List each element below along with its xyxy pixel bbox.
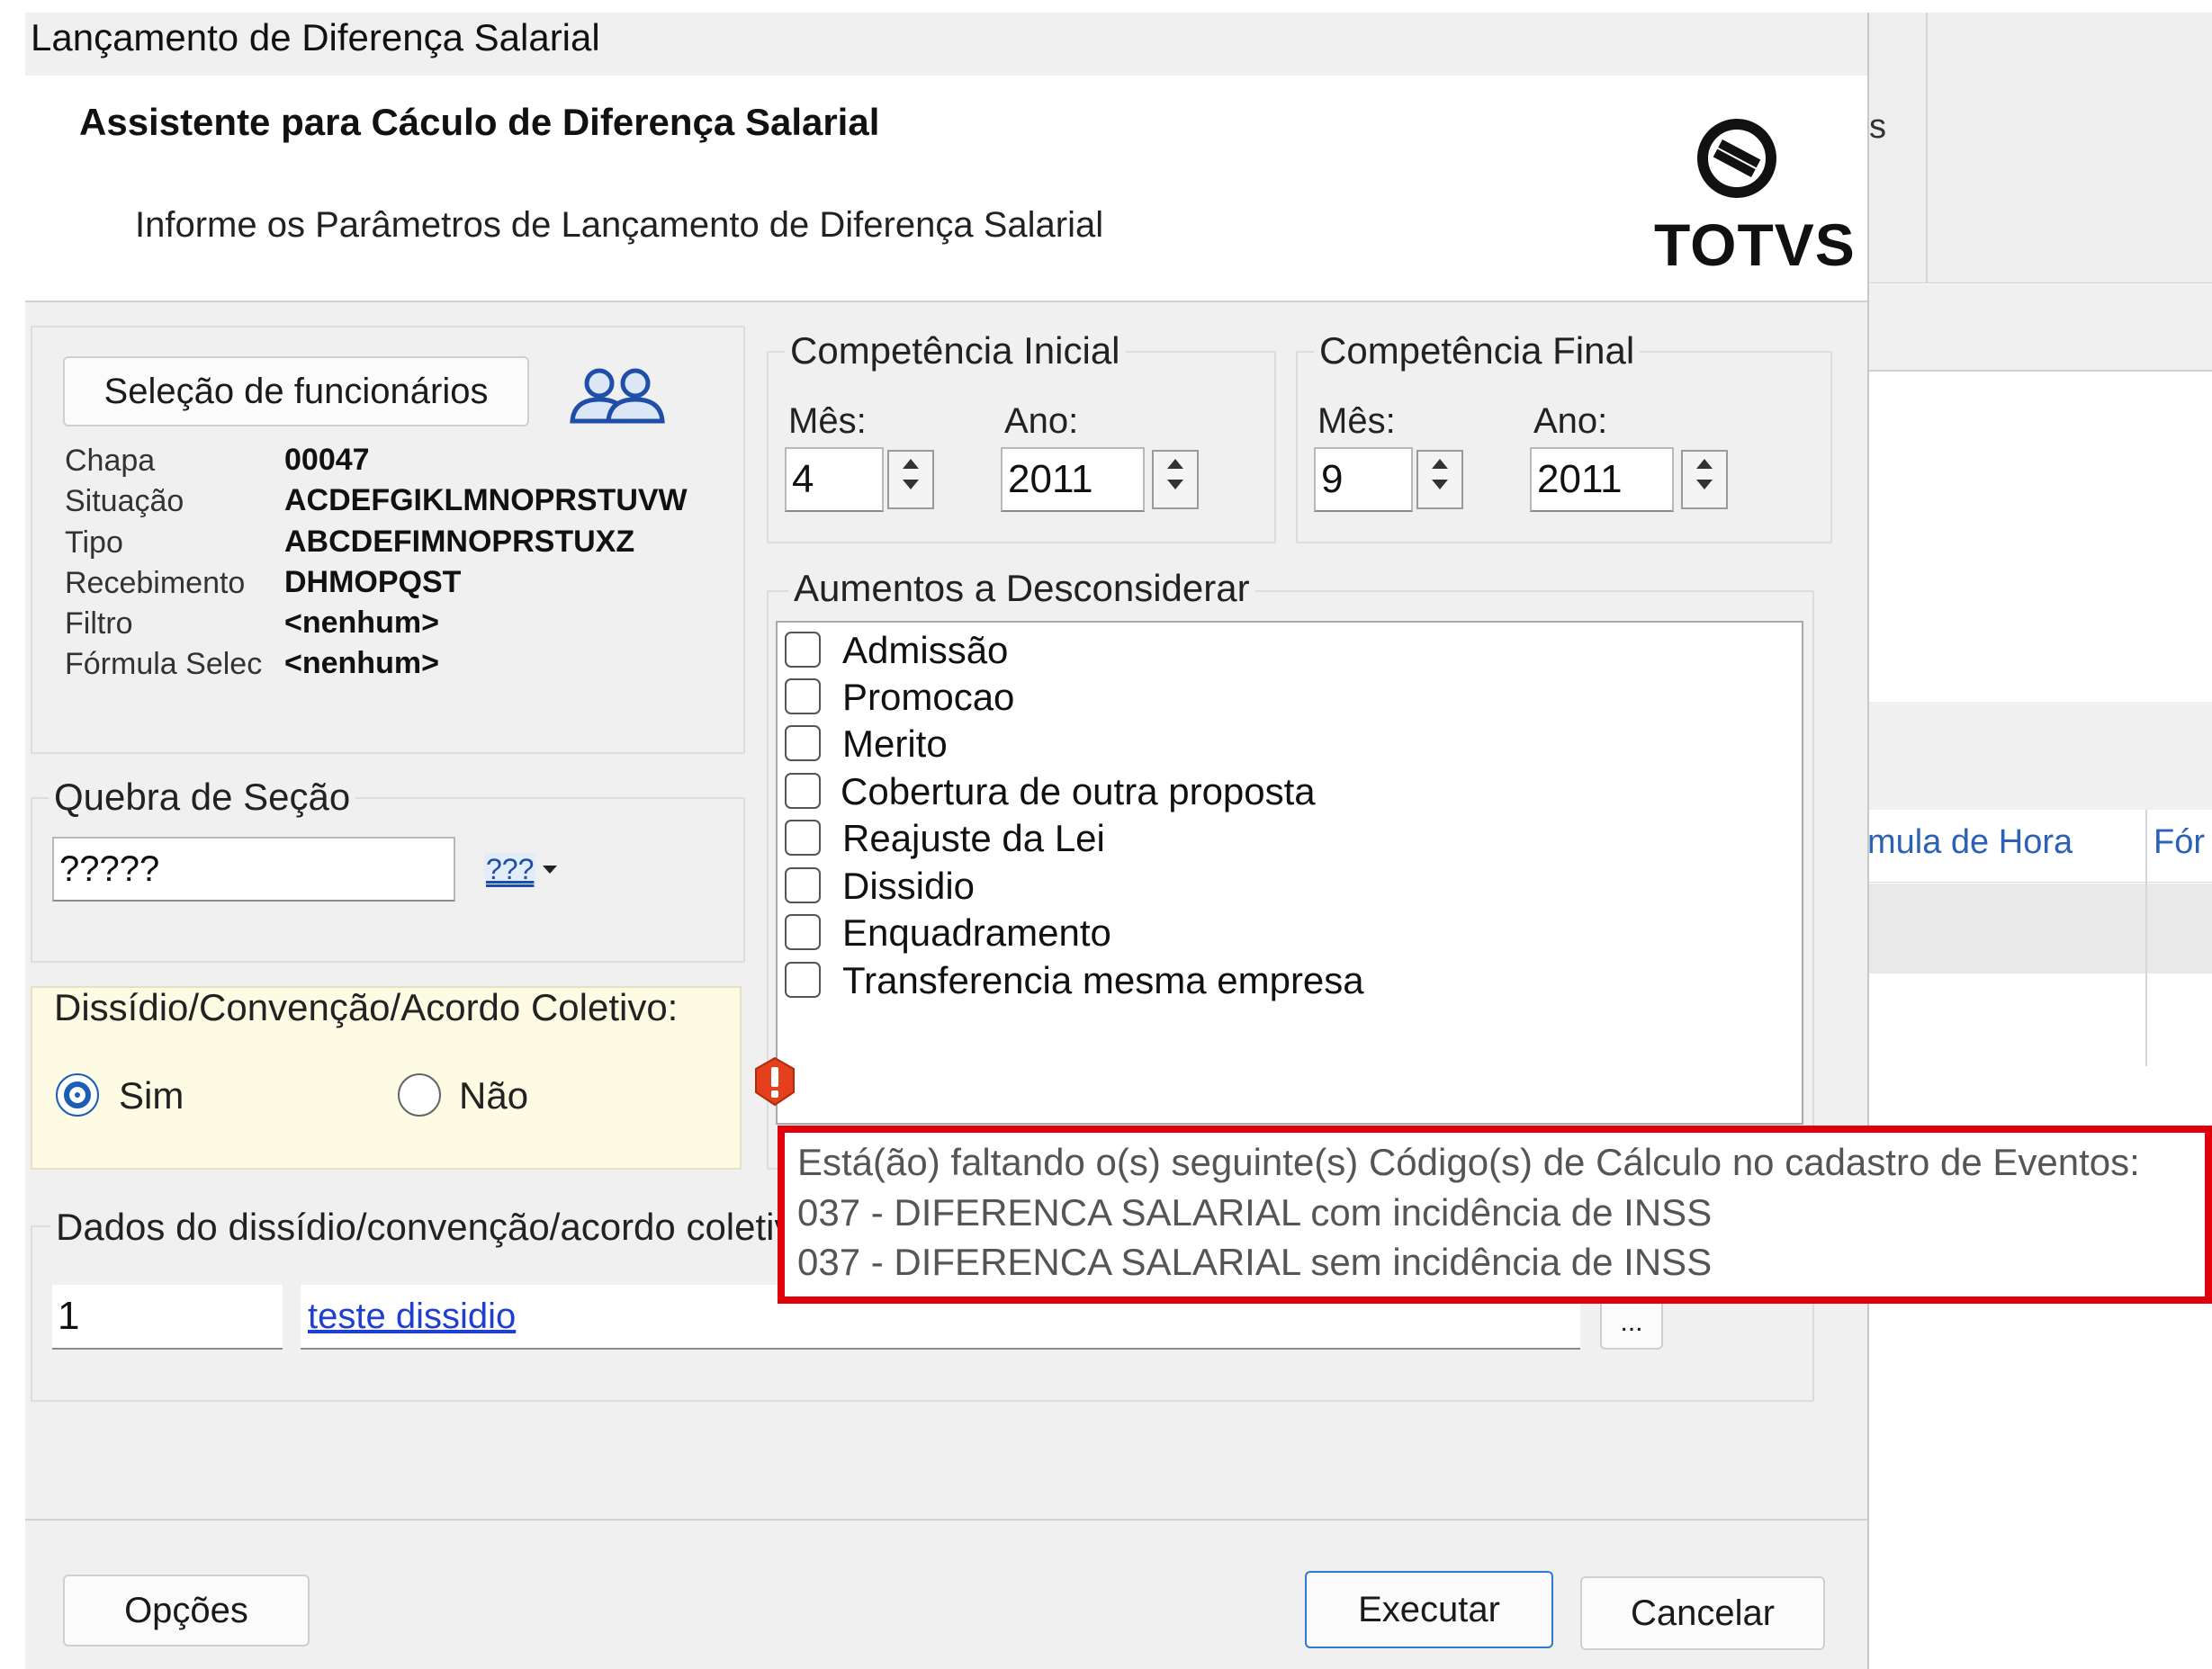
quebra-legend: Quebra de Seção: [49, 776, 356, 819]
arrow-up-icon[interactable]: [1167, 459, 1183, 469]
options-button[interactable]: Opções: [63, 1575, 310, 1647]
checkbox-cobertura[interactable]: [785, 773, 821, 809]
dissidio-legend: Dissídio/Convenção/Acordo Coletivo:: [54, 986, 679, 1028]
cancel-button[interactable]: Cancelar: [1580, 1576, 1825, 1650]
ci-ano-label: Ano:: [1004, 401, 1079, 441]
dados-legend: Dados do dissídio/convenção/acordo colet…: [50, 1206, 781, 1249]
background-grid-row[interactable]: [1867, 884, 2212, 974]
background-column-header[interactable]: Fór: [2154, 823, 2205, 862]
arrow-up-icon[interactable]: [1432, 459, 1448, 469]
checkbox-transferencia[interactable]: [785, 962, 821, 998]
field-value-filtro: <nenhum>: [284, 606, 439, 640]
arrow-down-icon[interactable]: [1432, 480, 1448, 489]
field-label-recebimento: Recebimento: [65, 566, 246, 600]
background-toolbar-separator: [1926, 13, 1928, 283]
field-value-situacao: ACDEFGIKLMNOPRSTUVW: [284, 483, 688, 517]
dados-browse-button[interactable]: ...: [1600, 1296, 1663, 1350]
radio-sim-label[interactable]: Sim: [119, 1074, 184, 1117]
radio-nao[interactable]: [398, 1073, 441, 1117]
background-toolbar: [1867, 13, 2212, 283]
ci-mes-spinner[interactable]: [887, 450, 934, 509]
checkbox-label[interactable]: Cobertura de outra proposta: [841, 770, 1316, 813]
checkbox-admissao[interactable]: [785, 632, 821, 668]
field-label-tipo: Tipo: [65, 525, 123, 560]
window-title: Lançamento de Diferença Salarial: [31, 16, 600, 58]
ci-ano-spinner[interactable]: [1152, 450, 1199, 509]
tooltip-line: Está(ão) faltando o(s) seguinte(s) Códig…: [797, 1141, 2140, 1183]
arrow-up-icon[interactable]: [1696, 459, 1713, 469]
quebra-input[interactable]: ?????: [52, 837, 455, 902]
error-icon[interactable]: [751, 1054, 799, 1108]
checkbox-promocao[interactable]: [785, 678, 821, 714]
dados-description-link[interactable]: teste dissidio: [308, 1297, 516, 1337]
cf-ano-label: Ano:: [1533, 401, 1608, 441]
ci-mes-label: Mês:: [788, 401, 867, 441]
field-label-filtro: Filtro: [65, 606, 133, 641]
background-band-lower: [1867, 702, 2212, 810]
background-toolbar-fragment: s: [1869, 108, 1886, 146]
field-value-tipo: ABCDEFIMNOPRSTUXZ: [284, 525, 635, 559]
checkbox-label[interactable]: Reajuste da Lei: [842, 817, 1105, 860]
tooltip-line: 037 - DIFERENCA SALARIAL com incidência …: [797, 1191, 1713, 1234]
checkbox-label[interactable]: Admissão: [842, 629, 1008, 672]
field-label-situacao: Situação: [65, 484, 184, 518]
background-band: [1867, 284, 2212, 372]
wizard-title: Assistente para Cáculo de Diferença Sala…: [79, 101, 880, 143]
background-grid-divider: [2145, 810, 2147, 1066]
dados-code-input[interactable]: 1: [52, 1285, 283, 1350]
field-value-recebimento: DHMOPQST: [284, 565, 462, 599]
cf-mes-input[interactable]: 9: [1314, 447, 1413, 512]
ci-ano-input[interactable]: 2011: [1001, 447, 1145, 512]
radio-nao-label[interactable]: Não: [459, 1074, 528, 1117]
footer-divider: [25, 1519, 1867, 1521]
wizard-subtitle: Informe os Parâmetros de Lançamento de D…: [135, 205, 1104, 245]
checkbox-label[interactable]: Enquadramento: [842, 911, 1111, 955]
checkbox-label[interactable]: Transferencia mesma empresa: [842, 959, 1364, 1002]
quebra-format-label: ???: [484, 852, 536, 886]
arrow-down-icon[interactable]: [1696, 480, 1713, 489]
competencia-inicial-legend: Competência Inicial: [785, 329, 1126, 372]
field-label-formula: Fórmula Selec: [65, 647, 263, 681]
cf-mes-label: Mês:: [1317, 401, 1396, 441]
checkbox-label[interactable]: Promocao: [842, 676, 1014, 719]
arrow-down-icon[interactable]: [903, 480, 919, 489]
arrow-down-icon[interactable]: [1167, 480, 1183, 489]
ci-mes-input[interactable]: 4: [785, 447, 884, 512]
radio-sim[interactable]: [56, 1073, 99, 1117]
users-icon[interactable]: [563, 363, 671, 426]
cf-mes-spinner[interactable]: [1416, 450, 1463, 509]
checkbox-merito[interactable]: [785, 725, 821, 761]
chevron-down-icon: [543, 865, 558, 874]
checkbox-enquadramento[interactable]: [785, 914, 821, 950]
totvs-logo-icon: [1695, 117, 1778, 200]
arrow-up-icon[interactable]: [903, 459, 919, 469]
execute-button[interactable]: Executar: [1305, 1571, 1553, 1648]
background-column-header[interactable]: mula de Hora: [1867, 823, 2073, 862]
field-value-formula: <nenhum>: [284, 646, 439, 680]
cf-ano-input[interactable]: 2011: [1530, 447, 1674, 512]
totvs-logo-text: TOTVS: [1654, 211, 1856, 278]
field-value-chapa: 00047: [284, 443, 370, 477]
checkbox-reajuste[interactable]: [785, 820, 821, 856]
cf-ano-spinner[interactable]: [1681, 450, 1728, 509]
checkbox-label[interactable]: Dissidio: [842, 865, 975, 908]
quebra-dropdown-button[interactable]: ???: [484, 842, 571, 896]
employee-selection-button[interactable]: Seleção de funcionários: [63, 356, 529, 426]
tooltip-line: 037 - DIFERENCA SALARIAL sem incidência …: [797, 1241, 1713, 1283]
field-label-chapa: Chapa: [65, 444, 156, 478]
competencia-final-legend: Competência Final: [1314, 329, 1641, 372]
aumentos-legend: Aumentos a Desconsiderar: [788, 567, 1255, 610]
checkbox-label[interactable]: Merito: [842, 722, 948, 766]
checkbox-dissidio[interactable]: [785, 867, 821, 903]
